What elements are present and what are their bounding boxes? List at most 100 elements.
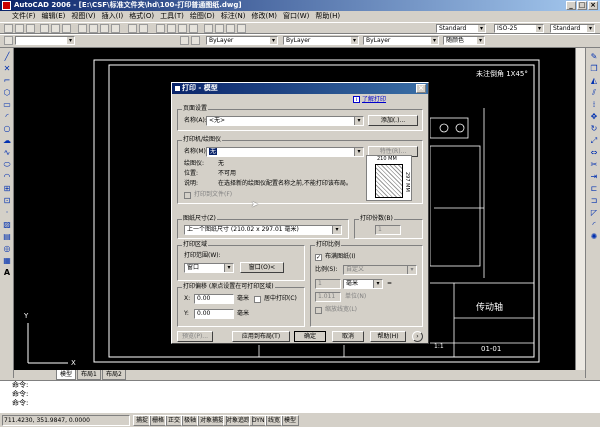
scale-denominator-input[interactable]: 1.011 [315, 292, 341, 302]
scale-lineweights-checkbox[interactable] [315, 307, 322, 314]
offset-x-input[interactable]: 0.00 [194, 294, 234, 304]
print-icon[interactable] [40, 24, 49, 33]
menu-view[interactable]: 视图(V) [68, 11, 98, 22]
scale-select[interactable]: 自定义 [343, 265, 417, 275]
design-center-icon[interactable] [215, 24, 224, 33]
construction-line-icon[interactable]: ✕ [2, 64, 12, 74]
fit-to-paper-checkbox[interactable]: ✓ [315, 254, 322, 261]
plotstyle-combo[interactable]: 随颜色 [443, 36, 485, 45]
redo-icon[interactable] [139, 24, 148, 33]
publish-icon[interactable] [62, 24, 71, 33]
ellipse-icon[interactable]: ⬭ [2, 160, 12, 170]
match-properties-icon[interactable] [111, 24, 120, 33]
explode-icon[interactable]: ✺ [589, 232, 599, 242]
line-icon[interactable]: ╱ [2, 52, 12, 62]
mirror-icon[interactable]: ◭ [589, 76, 599, 86]
region-icon[interactable]: ◎ [2, 244, 12, 254]
menu-format[interactable]: 格式(O) [126, 11, 157, 22]
learn-plot-link[interactable]: 了解打印 [362, 96, 386, 104]
extend-icon[interactable]: ⇥ [589, 172, 599, 182]
tool-palettes-icon[interactable] [226, 24, 235, 33]
arc-icon[interactable]: ◜ [2, 112, 12, 122]
stretch-icon[interactable]: ⇔ [589, 148, 599, 158]
tab-layout2[interactable]: 布局2 [102, 370, 126, 380]
zoom-window-icon[interactable] [178, 24, 187, 33]
polyline-icon[interactable]: ⌐ [2, 76, 12, 86]
spline-icon[interactable]: ∿ [2, 148, 12, 158]
print-preview-icon[interactable] [51, 24, 60, 33]
autocad-app-icon[interactable] [2, 1, 11, 10]
break-icon[interactable]: ⊏ [589, 184, 599, 194]
table-icon[interactable]: ▦ [2, 256, 12, 266]
new-file-icon[interactable] [4, 24, 13, 33]
layer-combo[interactable] [15, 36, 75, 45]
apply-to-layout-button[interactable]: 应用到布局(T) [232, 331, 290, 342]
point-icon[interactable]: · [2, 208, 12, 218]
plot-window-button[interactable]: 窗口(O)< [240, 262, 284, 273]
menu-edit[interactable]: 编辑(E) [39, 11, 69, 22]
make-block-icon[interactable]: ⊡ [2, 196, 12, 206]
menu-file[interactable]: 文件(F) [0, 11, 39, 22]
make-current-layer-icon[interactable] [180, 36, 189, 45]
zoom-previous-icon[interactable] [189, 24, 198, 33]
page-setup-name-select[interactable]: <无> [206, 116, 364, 126]
menu-insert[interactable]: 插入(I) [99, 11, 127, 22]
help-button[interactable]: 帮助(H) [370, 331, 406, 342]
paper-size-select[interactable]: 上一个图纸尺寸 (210.02 x 297.01 毫米) [184, 225, 342, 235]
copies-input[interactable]: 1 [375, 225, 401, 235]
trim-icon[interactable]: ✂ [589, 160, 599, 170]
plot-to-file-checkbox[interactable] [184, 192, 191, 199]
save-icon[interactable] [26, 24, 35, 33]
ok-button[interactable]: 确定 [294, 331, 326, 342]
add-page-setup-button[interactable]: 添加(.)... [368, 115, 418, 126]
center-plot-checkbox[interactable] [254, 296, 261, 303]
array-icon[interactable]: ⁞ [589, 100, 599, 110]
plot-dialog-close-button[interactable]: × [416, 84, 426, 93]
gradient-icon[interactable]: ▤ [2, 232, 12, 242]
layer-manager-icon[interactable] [4, 36, 13, 45]
maximize-button[interactable]: □ [577, 1, 587, 10]
menu-window[interactable]: 窗口(W) [280, 11, 312, 22]
offset-icon[interactable]: ⫽ [589, 88, 599, 98]
insert-block-icon[interactable]: ⊞ [2, 184, 12, 194]
zoom-realtime-icon[interactable] [167, 24, 176, 33]
cancel-button[interactable]: 取消 [332, 331, 364, 342]
paste-icon[interactable] [100, 24, 109, 33]
scale-icon[interactable]: ⤢ [589, 136, 599, 146]
vertical-scrollbar[interactable] [575, 48, 585, 370]
command-prompt[interactable]: 命令: [0, 399, 600, 408]
cut-icon[interactable] [78, 24, 87, 33]
polygon-icon[interactable]: ⬡ [2, 88, 12, 98]
scale-unit-select[interactable]: 毫米 [343, 279, 383, 289]
properties-icon[interactable] [204, 24, 213, 33]
scale-numerator-input[interactable]: 1 [315, 279, 341, 289]
plot-area-select[interactable]: 窗口 [184, 263, 234, 273]
more-options-button[interactable]: › [412, 331, 423, 342]
printer-name-select[interactable]: 无 [206, 147, 364, 157]
dim-style-combo[interactable]: ISO-25 [494, 24, 544, 33]
move-icon[interactable]: ✥ [589, 112, 599, 122]
preview-button[interactable]: 预览(P)... [177, 331, 213, 342]
tab-model[interactable]: 模型 [56, 370, 77, 380]
circle-icon[interactable]: ○ [2, 124, 12, 134]
ellipse-arc-icon[interactable]: ◠ [2, 172, 12, 182]
multiline-text-icon[interactable]: A [2, 268, 12, 278]
menu-tools[interactable]: 工具(T) [157, 11, 187, 22]
revision-cloud-icon[interactable]: ☁ [2, 136, 12, 146]
command-line[interactable]: 命令: 命令: 命令: [0, 380, 600, 412]
linetype-combo[interactable]: ByLayer [283, 36, 359, 45]
offset-y-input[interactable]: 0.00 [194, 309, 234, 319]
close-button[interactable]: × [588, 1, 598, 10]
chamfer-icon[interactable]: ◸ [589, 208, 599, 218]
copy-icon[interactable] [89, 24, 98, 33]
layer-previous-icon[interactable] [191, 36, 200, 45]
join-icon[interactable]: ⊐ [589, 196, 599, 206]
pan-icon[interactable] [156, 24, 165, 33]
menu-help[interactable]: 帮助(H) [312, 11, 343, 22]
rotate-icon[interactable]: ↻ [589, 124, 599, 134]
rectangle-icon[interactable]: ▭ [2, 100, 12, 110]
model-toggle[interactable]: 模型 [281, 415, 300, 426]
erase-icon[interactable]: ✎ [589, 52, 599, 62]
help-icon[interactable] [237, 24, 246, 33]
undo-icon[interactable] [128, 24, 137, 33]
